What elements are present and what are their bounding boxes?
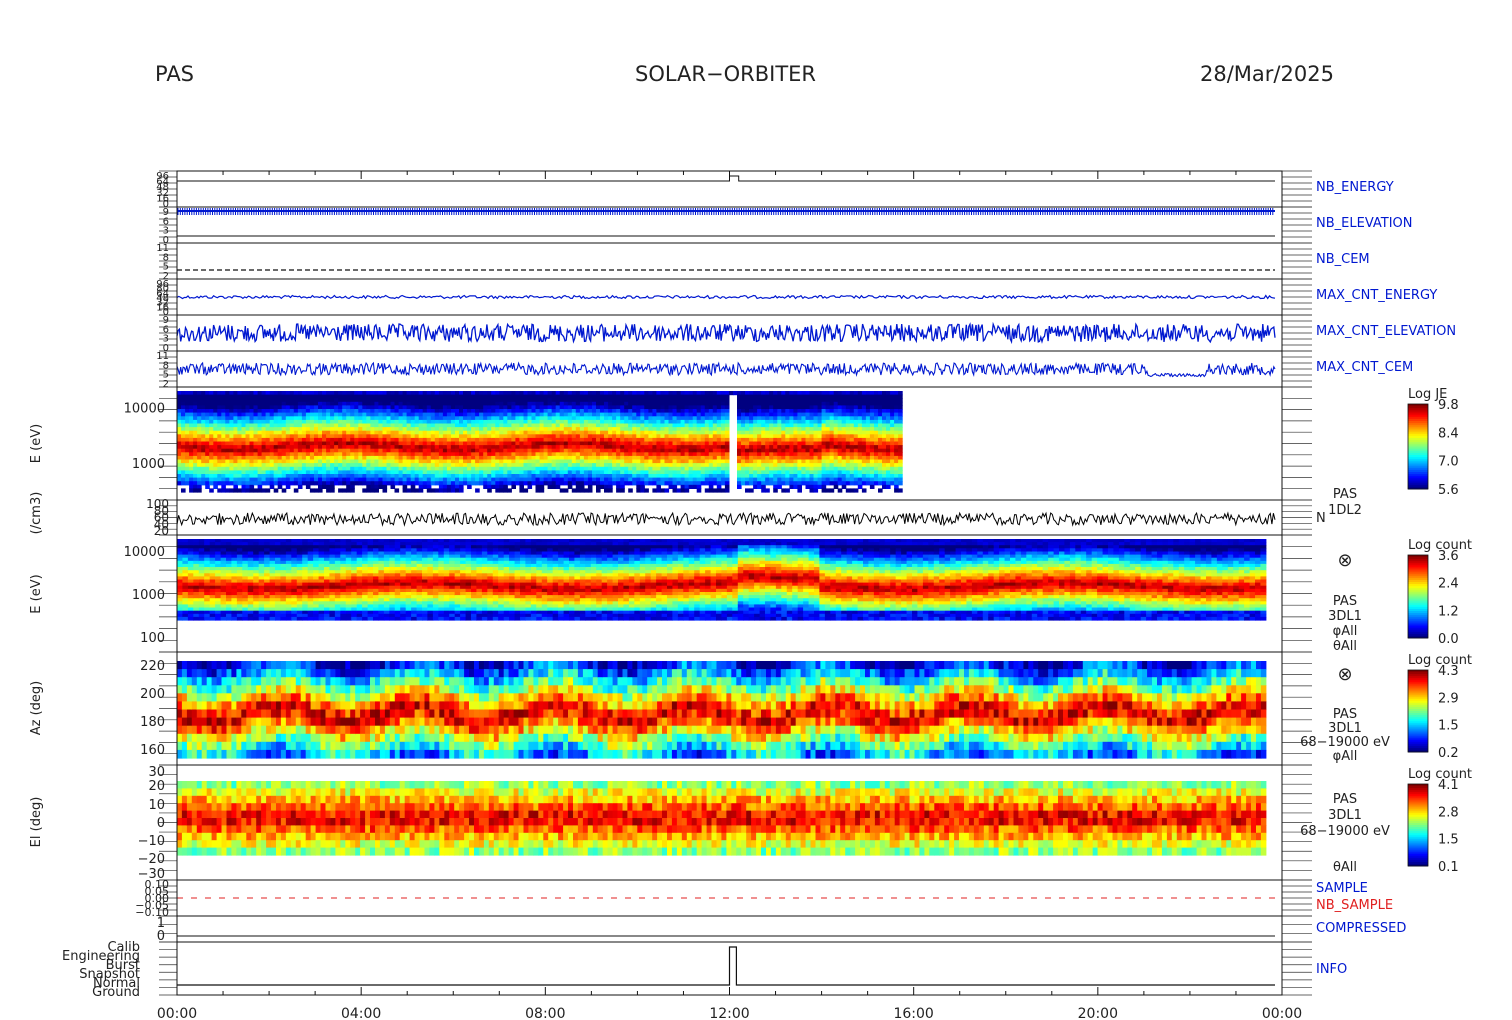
spec_3dl1_energy-annot: 3DL1	[1328, 609, 1362, 624]
max_cnt_elevation-trace	[176, 321, 1276, 345]
density-ylabel: (/cm3)	[29, 492, 44, 535]
elevation-ytick-label: −10	[138, 834, 165, 849]
x-tick-label: 08:00	[525, 1006, 565, 1020]
info-label: INFO	[1316, 962, 1347, 977]
x-tick-label: 00:00	[1262, 1006, 1302, 1020]
azimuth-ytick-label: 220	[140, 659, 165, 674]
compressed-frame	[176, 915, 1283, 943]
spec_3dl1_energy-heatmap	[177, 539, 1267, 621]
spec_3dl1_energy-colorbar-tick: 0.0	[1438, 632, 1459, 647]
density-label: N	[1316, 511, 1326, 526]
spec_1dl2-ytick-label: 10000	[124, 402, 165, 417]
azimuth-ylabel: Az (deg)	[29, 681, 44, 736]
spec_1dl2-colorbar-tick: 8.4	[1438, 426, 1459, 441]
max_cnt_elevation-label: MAX_CNT_ELEVATION	[1316, 324, 1456, 339]
spec_3dl1_energy-annot: θAll	[1333, 639, 1357, 654]
azimuth-colorbar-tick: 2.9	[1438, 691, 1459, 706]
spec_3dl1_energy-annot: φAll	[1333, 624, 1358, 639]
elevation-ytick-label: 30	[148, 765, 165, 780]
elevation-ytick-label: 20	[148, 779, 165, 794]
x-tick-label: 20:00	[1078, 1006, 1118, 1020]
elevation-colorbar-tick: 0.1	[1438, 860, 1459, 875]
nb_cem-label: NB_CEM	[1316, 252, 1370, 267]
direction-into-page-icon: ⊗	[1337, 664, 1352, 685]
max_cnt_cem-ytick-label: 2	[163, 379, 169, 390]
info-trace	[177, 946, 1275, 986]
nb_energy-label: NB_ENERGY	[1316, 180, 1394, 195]
density-trace	[176, 511, 1276, 527]
azimuth-annot: 3DL1	[1328, 721, 1362, 736]
azimuth-ytick-label: 200	[140, 687, 165, 702]
elevation-ytick-label: 0	[157, 816, 165, 831]
spec_3dl1_energy-colorbar-tick: 3.6	[1438, 549, 1459, 564]
elevation-annot: 3DL1	[1328, 808, 1362, 823]
nb_cem-frame	[176, 242, 1283, 280]
summary-plot: 96644832160NB_ENERGY9630NB_ELEVATION1185…	[29, 170, 1472, 1020]
density-ytick-label: 20	[154, 524, 169, 538]
spec_1dl2-heatmap	[177, 391, 903, 493]
elevation-colorbar-tick: 2.8	[1438, 805, 1459, 820]
info-ytick-label: Ground	[92, 985, 140, 1000]
x-tick-label: 00:00	[157, 1006, 197, 1020]
max_cnt_cem-trace	[176, 361, 1276, 378]
max_cnt_cem-label: MAX_CNT_CEM	[1316, 360, 1413, 375]
x-tick-label: 04:00	[341, 1006, 381, 1020]
spec_3dl1_energy-colorbar-tick: 1.2	[1438, 604, 1459, 619]
x-tick-label: 16:00	[893, 1006, 933, 1020]
spec_1dl2-ytick-label: 1000	[132, 457, 165, 472]
azimuth-annot: PAS	[1333, 707, 1357, 722]
spec_3dl1_energy-colorbar-tick: 2.4	[1438, 577, 1459, 592]
elevation-ytick-label: 10	[148, 798, 165, 813]
nb_elevation-label: NB_ELEVATION	[1316, 216, 1413, 231]
azimuth-ytick-label: 160	[140, 743, 165, 758]
max_cnt_energy-label: MAX_CNT_ENERGY	[1316, 288, 1437, 303]
spec_3dl1_energy-ylabel: E (eV)	[29, 574, 44, 613]
nb_energy-trace	[177, 175, 1275, 182]
sample-label: SAMPLE	[1316, 881, 1368, 896]
azimuth-ytick-label: 180	[140, 715, 165, 730]
elevation-annot: 68−19000 eV	[1300, 824, 1390, 839]
spec_1dl2-colorbar-tick: 7.0	[1438, 455, 1459, 470]
azimuth-colorbar-tick: 4.3	[1438, 664, 1459, 679]
spec_1dl2-colorbar-tick: 5.6	[1438, 483, 1459, 498]
spec_3dl1_energy-ytick-label: 10000	[124, 545, 165, 560]
density-source-1: PAS	[1333, 487, 1357, 502]
azimuth-colorbar-tick: 0.2	[1438, 746, 1459, 761]
elevation-colorbar-tick: 1.5	[1438, 833, 1459, 848]
azimuth-colorbar-tick: 1.5	[1438, 719, 1459, 734]
elevation-annot: PAS	[1333, 792, 1357, 807]
spec_1dl2-colorbar-tick: 9.8	[1438, 398, 1459, 413]
azimuth-annot: φAll	[1333, 749, 1358, 764]
azimuth-annot: 68−19000 eV	[1300, 735, 1390, 750]
elevation-heatmap	[177, 781, 1267, 856]
spec_3dl1_energy-ytick-label: 100	[140, 631, 165, 646]
elevation-ylabel: El (deg)	[29, 797, 44, 848]
azimuth-heatmap	[177, 661, 1267, 759]
spec_3dl1_energy-ytick-label: 1000	[132, 588, 165, 603]
nb_sample-label: NB_SAMPLE	[1316, 898, 1393, 913]
elevation-annot: θAll	[1333, 860, 1357, 875]
elevation-colorbar-tick: 4.1	[1438, 778, 1459, 793]
spec_1dl2-ylabel: E (eV)	[29, 424, 44, 463]
max_cnt_energy-trace	[176, 294, 1276, 300]
density-source-2: 1DL2	[1328, 503, 1362, 518]
x-tick-label: 12:00	[709, 1006, 749, 1020]
spec_3dl1_energy-annot: PAS	[1333, 594, 1357, 609]
direction-into-page-icon: ⊗	[1337, 550, 1352, 571]
elevation-ytick-label: −20	[138, 852, 165, 867]
compressed-label: COMPRESSED	[1316, 921, 1406, 936]
